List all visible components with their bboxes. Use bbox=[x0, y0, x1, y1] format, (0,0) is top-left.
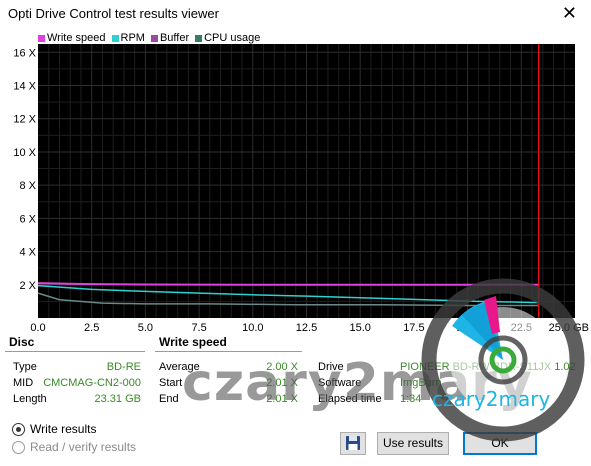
legend-rpm: RPM bbox=[111, 32, 145, 44]
legend-cpu-usage: CPU usage bbox=[195, 32, 260, 44]
start-value: 2.01 X bbox=[266, 377, 298, 389]
disc-heading: Disc bbox=[5, 334, 145, 352]
y-tick-label: 10 X bbox=[13, 147, 36, 159]
write-speed-panel: Write speed Average 2.00 X Start 2.01 X … bbox=[155, 334, 302, 408]
save-button[interactable] bbox=[340, 432, 366, 455]
drive-value: PIONEER BD-RW BDR-S11JX 1.02 bbox=[400, 361, 576, 373]
x-tick-label: 20.0 bbox=[457, 322, 478, 334]
legend-swatch-cpu-usage bbox=[195, 34, 203, 42]
y-tick-label: 12 X bbox=[13, 114, 36, 126]
legend-swatch-rpm bbox=[111, 34, 119, 42]
write-results-radio[interactable]: Write results bbox=[12, 422, 96, 436]
ok-button[interactable]: OK bbox=[463, 432, 537, 455]
read-verify-results-radio: Read / verify results bbox=[12, 440, 136, 454]
software-value: ImgBurn bbox=[400, 377, 442, 389]
disc-mid-value: CMCMAG-CN2-000 bbox=[43, 377, 141, 389]
x-tick-label: 22.5 bbox=[511, 322, 532, 334]
disc-type-label: Type bbox=[13, 361, 37, 373]
disc-length-label: Length bbox=[13, 393, 47, 405]
x-tick-label: 7.5 bbox=[191, 322, 206, 334]
y-tick-label: 8 X bbox=[19, 180, 36, 192]
drive-info-panel: Drive PIONEER BD-RW BDR-S11JX 1.02 Softw… bbox=[312, 334, 588, 408]
use-results-button[interactable]: Use results bbox=[377, 432, 449, 455]
write-results-label: Write results bbox=[30, 422, 97, 436]
drive-label: Drive bbox=[318, 361, 344, 373]
elapsed-time-label: Elapsed time bbox=[318, 393, 382, 405]
bottom-bar: Write results Read / verify results Use … bbox=[0, 415, 591, 466]
title-bar: Opti Drive Control test results viewer ✕ bbox=[0, 0, 591, 28]
y-tick-label: 14 X bbox=[13, 81, 36, 93]
start-label: Start bbox=[159, 377, 183, 389]
x-tick-label: 5.0 bbox=[138, 322, 153, 334]
x-tick-label: 0.0 bbox=[30, 322, 45, 334]
close-icon[interactable]: ✕ bbox=[562, 3, 577, 24]
window-title: Opti Drive Control test results viewer bbox=[8, 6, 219, 21]
legend-buffer: Buffer bbox=[150, 32, 189, 44]
disc-type-value: BD-RE bbox=[106, 361, 141, 373]
disc-panel: Disc Type BD-RE MID CMCMAG-CN2-000 Lengt… bbox=[5, 334, 145, 408]
floppy-disk-icon bbox=[346, 436, 360, 450]
legend-write-speed: Write speed bbox=[38, 32, 106, 44]
legend-swatch-write-speed bbox=[38, 34, 45, 42]
x-tick-label: 12.5 bbox=[296, 322, 317, 334]
legend-swatch-buffer bbox=[150, 34, 158, 42]
x-tick-label: 10.0 bbox=[242, 322, 263, 334]
chart-legend: Write speed RPM Buffer CPU usage bbox=[38, 31, 266, 45]
radio-selected-icon bbox=[12, 422, 25, 436]
write-speed-chart: 2 X 4 X 6 X 8 X 10 X 12 X 14 X 16 X 0.0 2.5 5.0 7.5… bbox=[13, 44, 589, 334]
end-label: End bbox=[159, 393, 179, 405]
radio-unselected-icon bbox=[12, 440, 25, 454]
y-tick-label: 6 X bbox=[19, 213, 36, 225]
disc-mid-label: MID bbox=[13, 377, 34, 389]
y-tick-label: 2 X bbox=[19, 280, 36, 292]
end-value: 2.01 X bbox=[266, 393, 298, 405]
average-label: Average bbox=[159, 361, 200, 373]
average-value: 2.00 X bbox=[266, 361, 298, 373]
y-tick-label: 4 X bbox=[19, 247, 36, 259]
write-speed-heading: Write speed bbox=[155, 334, 302, 352]
read-verify-results-label: Read / verify results bbox=[30, 440, 137, 454]
y-tick-label: 16 X bbox=[13, 47, 36, 59]
elapsed-time-value: 1:34 bbox=[400, 393, 422, 405]
x-tick-label: 17.5 bbox=[403, 322, 424, 334]
x-tick-label: 15.0 bbox=[349, 322, 370, 334]
x-tick-label: 2.5 bbox=[84, 322, 99, 334]
disc-length-value: 23.31 GB bbox=[94, 393, 141, 405]
x-tick-label: 25.0 GB bbox=[549, 322, 589, 334]
software-label: Software bbox=[318, 377, 362, 389]
